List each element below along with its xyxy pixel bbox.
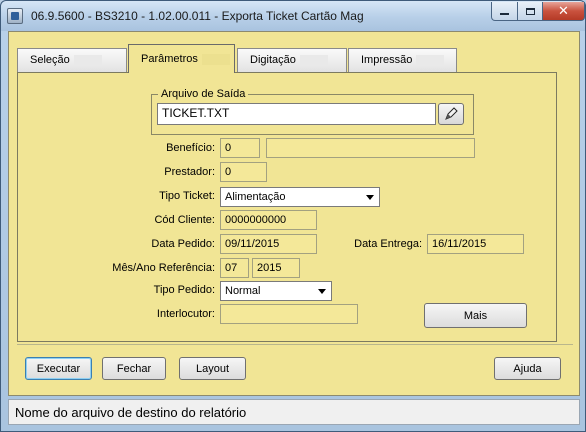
app-icon bbox=[7, 8, 23, 24]
browse-file-button[interactable] bbox=[438, 103, 464, 125]
chevron-down-icon bbox=[366, 195, 374, 200]
status-bar: Nome do arquivo de destino do relatório bbox=[8, 399, 580, 425]
tipo-pedido-label: Tipo Pedido: bbox=[153, 284, 215, 296]
prestador-label: Prestador: bbox=[164, 166, 215, 178]
window-title: 06.9.5600 - BS3210 - 1.02.00.011 - Expor… bbox=[31, 9, 364, 23]
cod-cliente-field[interactable]: 0000000000 bbox=[220, 210, 317, 230]
fechar-button[interactable]: Fechar bbox=[102, 357, 166, 380]
app-window: 06.9.5600 - BS3210 - 1.02.00.011 - Expor… bbox=[0, 0, 586, 432]
beneficio-label: Benefício: bbox=[166, 142, 215, 154]
tab-digitacao[interactable]: Digitação bbox=[237, 48, 347, 72]
data-pedido-label: Data Pedido: bbox=[151, 238, 215, 250]
interlocutor-label: Interlocutor: bbox=[156, 308, 215, 320]
tipo-ticket-label: Tipo Ticket: bbox=[159, 190, 215, 202]
mes-referencia-field[interactable]: 07 bbox=[220, 258, 249, 278]
output-file-legend: Arquivo de Saída bbox=[158, 88, 249, 100]
prestador-field[interactable]: 0 bbox=[220, 162, 267, 182]
minimize-button[interactable] bbox=[491, 2, 518, 21]
minimize-icon bbox=[500, 13, 509, 15]
close-icon: ✕ bbox=[558, 3, 569, 18]
ajuda-button[interactable]: Ajuda bbox=[494, 357, 561, 380]
tab-label: Digitação bbox=[250, 54, 296, 66]
status-text: Nome do arquivo de destino do relatório bbox=[15, 405, 247, 420]
close-button[interactable]: ✕ bbox=[542, 2, 585, 21]
chevron-down-icon bbox=[318, 289, 326, 294]
tab-selecao[interactable]: Seleção bbox=[17, 48, 127, 72]
mes-ano-referencia-label: Mês/Ano Referência: bbox=[112, 262, 215, 274]
ano-referencia-field[interactable]: 2015 bbox=[252, 258, 300, 278]
data-entrega-label: Data Entrega: bbox=[354, 238, 422, 250]
tipo-pedido-select[interactable]: Normal bbox=[220, 281, 332, 301]
pen-browse-icon bbox=[445, 107, 458, 120]
data-pedido-field[interactable]: 09/11/2015 bbox=[220, 234, 317, 254]
tipo-pedido-value: Normal bbox=[225, 285, 261, 297]
layout-button[interactable]: Layout bbox=[179, 357, 246, 380]
tab-label: Parâmetros bbox=[141, 53, 198, 65]
form-client-area: Seleção Parâmetros Digitação Impressão A… bbox=[8, 31, 580, 396]
maximize-icon bbox=[525, 7, 535, 15]
data-entrega-field[interactable]: 16/11/2015 bbox=[427, 234, 524, 254]
tipo-ticket-value: Alimentação bbox=[225, 191, 286, 203]
tipo-ticket-select[interactable]: Alimentação bbox=[220, 187, 380, 207]
output-file-input[interactable]: TICKET.TXT bbox=[157, 103, 436, 125]
interlocutor-field[interactable] bbox=[220, 304, 358, 324]
cod-cliente-label: Cód Cliente: bbox=[154, 214, 215, 226]
title-bar[interactable]: 06.9.5600 - BS3210 - 1.02.00.011 - Expor… bbox=[1, 1, 585, 31]
action-bar bbox=[17, 344, 573, 384]
executar-button[interactable]: Executar bbox=[25, 357, 92, 380]
tab-parametros[interactable]: Parâmetros bbox=[128, 44, 235, 73]
tab-impressao[interactable]: Impressão bbox=[348, 48, 457, 72]
tab-label: Impressão bbox=[361, 54, 413, 66]
maximize-button[interactable] bbox=[517, 2, 543, 21]
mais-button[interactable]: Mais bbox=[424, 303, 527, 328]
beneficio-description-field bbox=[266, 138, 475, 158]
beneficio-field[interactable]: 0 bbox=[220, 138, 260, 158]
tab-label: Seleção bbox=[30, 54, 70, 66]
